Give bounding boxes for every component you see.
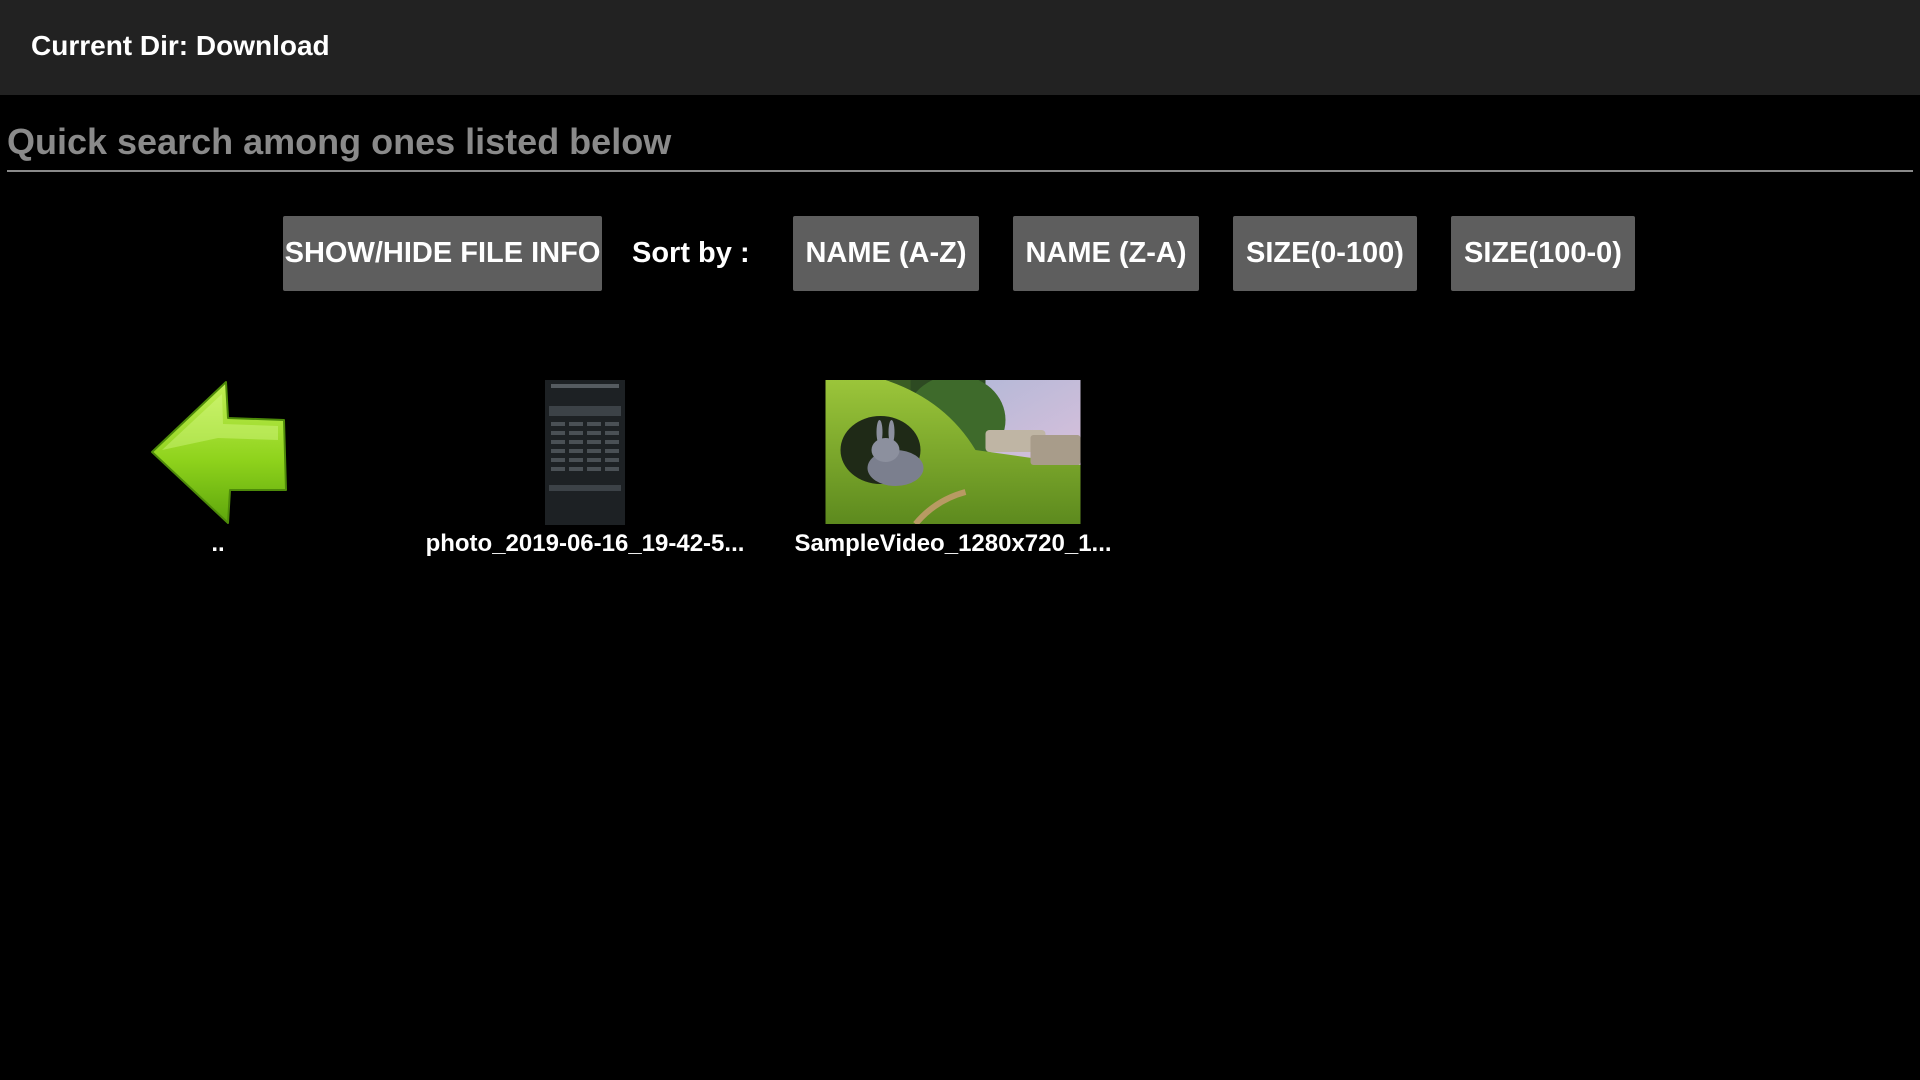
- current-dir-title: Current Dir: Download: [31, 30, 330, 61]
- video-thumbnail: [825, 380, 1081, 524]
- sort-name-desc-button[interactable]: NAME (Z-A): [1013, 216, 1199, 291]
- sort-name-asc-button[interactable]: NAME (A-Z): [793, 216, 979, 291]
- file-name-label: SampleVideo_1280x720_1...: [794, 530, 1112, 557]
- file-item-parent-dir[interactable]: ..: [38, 380, 398, 560]
- title-bar: Current Dir: Download: [0, 0, 1920, 95]
- sort-size-asc-button[interactable]: SIZE(0-100): [1233, 216, 1417, 291]
- sort-by-label: Sort by :: [632, 237, 750, 269]
- back-arrow-icon: [148, 380, 288, 530]
- search-input[interactable]: [7, 114, 1913, 172]
- show-hide-file-info-button[interactable]: SHOW/HIDE FILE INFO: [283, 216, 602, 291]
- file-item-photo[interactable]: photo_2019-06-16_19-42-5...: [405, 380, 765, 560]
- sort-size-desc-button[interactable]: SIZE(100-0): [1451, 216, 1635, 291]
- file-name-label: ..: [211, 530, 225, 557]
- image-thumbnail: [545, 380, 625, 525]
- file-item-video[interactable]: SampleVideo_1280x720_1...: [773, 380, 1133, 560]
- file-name-label: photo_2019-06-16_19-42-5...: [425, 530, 745, 557]
